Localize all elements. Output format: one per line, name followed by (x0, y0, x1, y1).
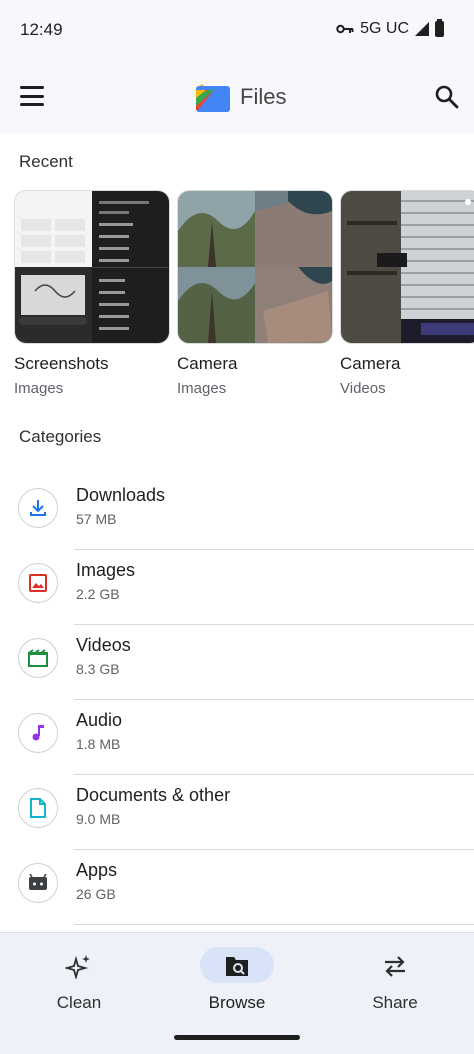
sparkle-icon (65, 955, 90, 979)
nav-share[interactable]: Share (316, 933, 474, 1033)
nav-label: Share (372, 993, 418, 1012)
status-bar: 12:49 5G UC (0, 0, 474, 60)
recent-card-label: Camera (177, 354, 238, 373)
camera-images-thumbnail (178, 191, 332, 343)
battery-icon (435, 19, 444, 37)
category-name: Audio (76, 710, 123, 730)
video-icon (18, 638, 58, 678)
recent-card-label: Camera (340, 354, 401, 373)
vpn-key-icon (336, 24, 354, 34)
files-logo-icon (196, 84, 230, 112)
status-icons: 5G UC (336, 19, 444, 38)
category-downloads[interactable]: Downloads 57 MB (0, 475, 474, 550)
category-videos[interactable]: Videos 8.3 GB (0, 625, 474, 700)
document-icon (18, 788, 58, 828)
recent-card-camera-images[interactable] (177, 190, 333, 344)
recent-card-screenshots[interactable] (14, 190, 170, 344)
category-size: 9.0 MB (76, 811, 121, 827)
screenshots-thumbnail (15, 191, 169, 343)
categories-heading: Categories (19, 427, 102, 446)
search-icon[interactable] (434, 84, 460, 110)
recent-card-label: Screenshots (14, 354, 109, 373)
video-indicator-icon (465, 199, 471, 205)
swap-icon (385, 956, 405, 977)
camera-videos-thumbnail (341, 191, 474, 343)
category-size: 57 MB (76, 511, 117, 527)
download-icon (18, 488, 58, 528)
nav-label: Clean (56, 993, 102, 1012)
category-size: 8.3 GB (76, 661, 120, 677)
music-icon (18, 713, 58, 753)
gesture-handle[interactable] (174, 1035, 300, 1040)
recent-card-sub: Images (177, 380, 227, 397)
app-title: Files (240, 84, 287, 109)
network-label: 5G UC (360, 20, 409, 37)
browse-icon (226, 957, 248, 976)
recent-card-sub: Images (14, 380, 64, 397)
category-size: 2.2 GB (76, 586, 120, 602)
category-name: Documents & other (76, 785, 231, 805)
category-name: Apps (76, 860, 118, 880)
category-images[interactable]: Images 2.2 GB (0, 550, 474, 625)
nav-label: Browse (208, 993, 266, 1012)
category-apps[interactable]: Apps 26 GB (0, 850, 474, 925)
category-documents[interactable]: Documents & other 9.0 MB (0, 775, 474, 850)
image-icon (18, 563, 58, 603)
category-audio[interactable]: Audio 1.8 MB (0, 700, 474, 775)
recent-heading: Recent (19, 152, 73, 171)
recent-card-sub: Videos (340, 380, 386, 397)
category-size: 1.8 MB (76, 736, 121, 752)
recent-card-camera-videos[interactable] (340, 190, 474, 344)
signal-icon (415, 22, 429, 36)
nav-clean[interactable]: Clean (0, 933, 158, 1033)
category-name: Videos (76, 635, 131, 655)
divider (74, 924, 474, 925)
app-bar: Files (0, 60, 474, 134)
status-time: 12:49 (20, 20, 63, 39)
category-name: Downloads (76, 485, 166, 505)
nav-browse[interactable]: Browse (158, 933, 316, 1033)
category-size: 26 GB (76, 886, 116, 902)
category-name: Images (76, 560, 136, 580)
android-icon (18, 863, 58, 903)
menu-icon[interactable] (20, 86, 44, 106)
